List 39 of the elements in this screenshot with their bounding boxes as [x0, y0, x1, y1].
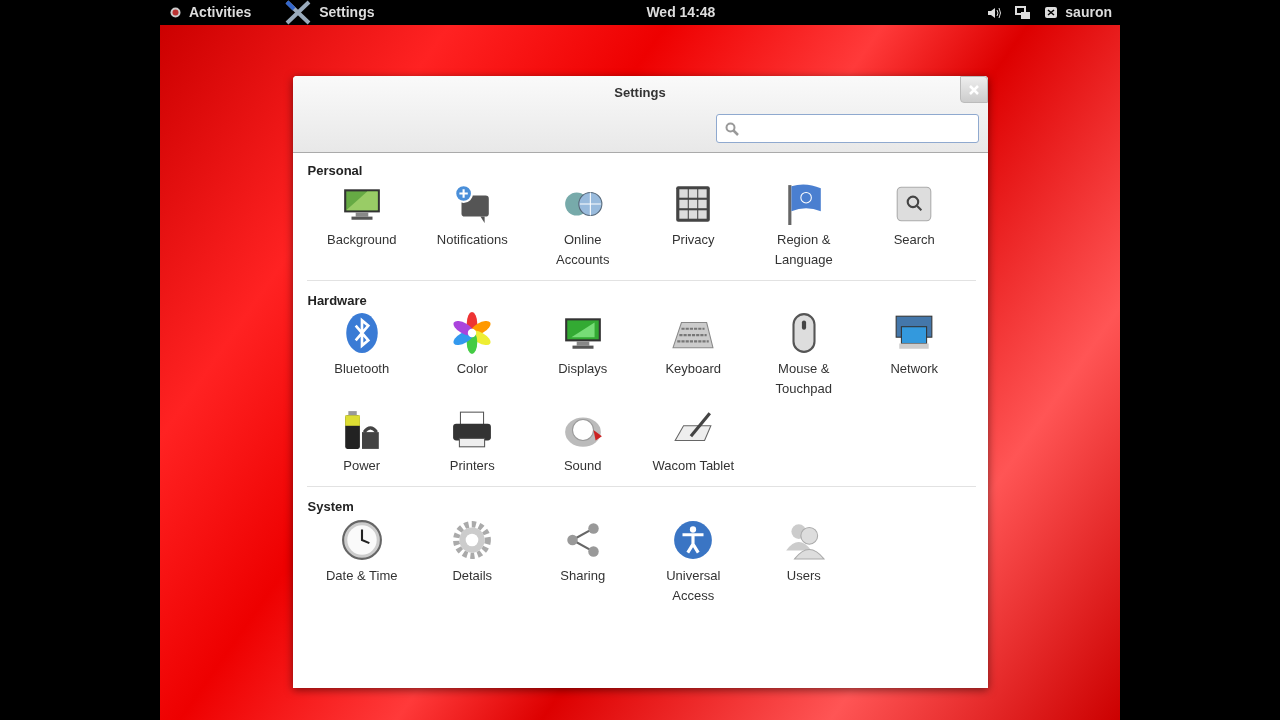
volume-icon[interactable]	[987, 6, 1002, 19]
settings-panel-launcher[interactable]: Color	[424, 312, 521, 399]
settings-panel-launcher[interactable]: Displays	[534, 312, 631, 399]
settings-panel-launcher[interactable]: Date & Time	[313, 518, 410, 606]
clock-icon	[340, 518, 383, 561]
settings-panel-launcher[interactable]: Background	[313, 182, 410, 270]
section-heading: Hardware	[307, 291, 368, 310]
settings-panel-launcher[interactable]: Universal Access	[645, 518, 742, 606]
clock[interactable]: Wed 14:48	[646, 4, 716, 20]
settings-panel-launcher[interactable]: Sharing	[534, 518, 631, 606]
settings-panel-launcher[interactable]: Keyboard	[645, 312, 742, 399]
section-heading: Personal	[307, 162, 364, 180]
settings-panel-launcher[interactable]: Mouse & Touchpad	[755, 312, 852, 399]
settings-panel-launcher[interactable]: Power	[313, 409, 410, 476]
settings-panel-launcher[interactable]: Details	[424, 518, 521, 606]
flower-icon	[451, 312, 494, 354]
settings-panel-launcher[interactable]: Sound	[534, 409, 631, 476]
search-icon	[724, 121, 739, 136]
settings-panel-launcher[interactable]: Online Accounts	[534, 182, 631, 270]
settings-panel-launcher[interactable]: Privacy	[645, 182, 742, 270]
gear-icon	[451, 518, 494, 561]
settings-panel-launcher[interactable]: Bluetooth	[313, 312, 410, 399]
settings-panel-launcher[interactable]: Region & Language	[755, 182, 852, 270]
window-title: Settings	[614, 84, 666, 102]
close-icon	[968, 84, 979, 95]
settings-panel-launcher[interactable]: Users	[755, 518, 852, 606]
user-menu-label[interactable]: sauron	[1065, 2, 1112, 23]
settings-panel-launcher[interactable]: Search	[866, 182, 963, 270]
settings-panel-launcher[interactable]: Network	[866, 312, 963, 399]
accessibility-icon	[672, 518, 715, 561]
settings-panel-launcher[interactable]: Printers	[424, 409, 521, 476]
network-icon[interactable]	[1015, 5, 1032, 20]
settings-panel-launcher[interactable]: Wacom Tablet	[645, 409, 742, 476]
activities-icon	[170, 7, 181, 18]
app-menu-label[interactable]: Settings	[319, 2, 375, 23]
activities-button[interactable]: Activities	[189, 2, 252, 23]
settings-panel-launcher[interactable]: Notifications	[424, 182, 521, 270]
section-heading: System	[307, 498, 355, 516]
search-field[interactable]	[715, 114, 979, 143]
